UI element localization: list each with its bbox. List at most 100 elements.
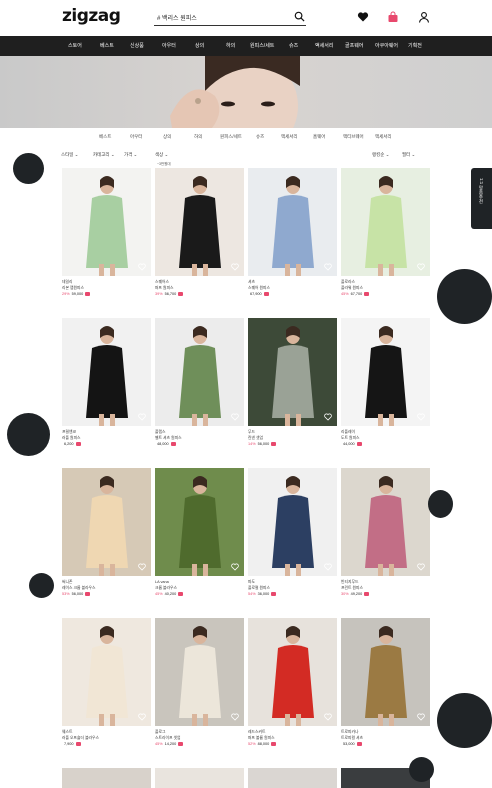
product-image[interactable] [62,318,151,426]
heart-icon[interactable] [417,713,425,721]
heart-icon[interactable] [138,713,146,721]
heart-icon[interactable] [324,563,332,571]
cart-icon[interactable] [178,292,184,296]
nav-item[interactable]: 골프웨어 [345,42,363,49]
product-store[interactable]: 레드스커트 [248,730,265,735]
product-name[interactable]: 퍼프 볼륨 원피스 [248,736,275,741]
product-image[interactable] [248,768,337,788]
product-store[interactable]: LA vana [155,580,169,584]
nav-item[interactable]: 상의 [195,42,204,49]
product-image[interactable] [155,768,244,788]
product-store[interactable]: 플로라스 [341,280,355,285]
product-image[interactable] [62,168,151,276]
cart-icon[interactable] [271,592,277,596]
heart-icon[interactable] [138,413,146,421]
heart-icon[interactable] [324,413,332,421]
heart-icon[interactable] [138,563,146,571]
search-input-text[interactable]: # 백리스 원피스 [157,13,197,22]
filter-button[interactable]: 필터 ⌄ [402,152,415,158]
search-bar[interactable]: # 백리스 원피스 [154,10,306,26]
nav-item[interactable]: 액세서리 [315,42,333,49]
product-image[interactable] [248,468,337,576]
heart-icon[interactable] [357,11,369,23]
product-store[interactable]: 웨스트 [62,730,72,735]
product-image[interactable] [155,618,244,726]
product-name[interactable]: 프린트 원피스 [341,586,363,591]
cart-icon[interactable] [356,742,362,746]
product-image[interactable] [62,618,151,726]
category-item[interactable]: 슈즈 [256,134,264,140]
cart-icon[interactable] [75,442,81,446]
heart-icon[interactable] [324,713,332,721]
product-name[interactable]: 스퀘어 원피스 [248,286,270,291]
nav-item[interactable]: 원피스/세트 [250,42,274,49]
cart-icon[interactable] [170,442,176,446]
user-icon[interactable] [418,11,430,23]
product-name[interactable]: 러플 오프숄더 블라우스 [62,736,99,741]
product-name[interactable]: 린넨 셋업 [248,436,263,441]
product-name[interactable]: 퍼프 원피스 [155,286,174,291]
filter-category[interactable]: 카테고리 ⌄ [93,152,115,158]
category-item[interactable]: 베스트 [99,134,111,140]
search-icon[interactable] [294,11,305,22]
product-name[interactable]: 플라워 원피스 [341,286,363,291]
product-name[interactable]: 리본 랩원피스 [62,286,84,291]
nav-item[interactable]: 하의 [226,42,235,49]
zigzag-logo[interactable]: zigzag [62,6,121,26]
cart-icon[interactable] [263,292,269,296]
nav-item[interactable]: 아우터 [162,42,176,49]
product-store[interactable]: 플로그 [155,730,165,735]
category-item[interactable]: 아우터 [130,134,142,140]
filter-price[interactable]: 가격 ⌄ [124,152,137,158]
product-image[interactable] [248,168,337,276]
heart-icon[interactable] [231,713,239,721]
product-name[interactable]: 플로럴 원피스 [248,586,270,591]
product-name[interactable]: 도트 원피스 [341,436,360,441]
product-image[interactable] [341,468,430,576]
cart-icon[interactable] [271,442,277,446]
product-store[interactable]: 리플레이 [341,430,355,435]
dropdown-option[interactable]: ~3만원대 [157,160,202,168]
product-image[interactable] [248,618,337,726]
heart-icon[interactable] [417,563,425,571]
product-name[interactable]: 스트라이프 셋업 [155,736,181,741]
heart-icon[interactable] [138,263,146,271]
product-name[interactable]: 러플 원피스 [62,436,81,441]
cart-icon[interactable] [271,742,277,746]
cart-icon[interactable] [75,742,81,746]
heart-icon[interactable] [231,413,239,421]
nav-item[interactable]: 신상품 [130,42,144,49]
category-item[interactable]: 액티브웨어 [343,134,364,140]
filter-color[interactable]: 색상 ⌄ [155,152,168,158]
cart-icon[interactable] [178,742,184,746]
hero-banner[interactable] [0,56,492,128]
product-store[interactable]: 프릴앤코 [62,430,76,435]
product-image[interactable] [341,318,430,426]
category-item[interactable]: 원피스/세트 [220,134,242,140]
product-image[interactable] [62,768,151,788]
cart-icon[interactable] [364,592,370,596]
nav-item[interactable]: 기획전 [408,42,422,49]
product-store[interactable]: 써니존 [62,580,72,585]
product-store[interactable]: 트로피카나 [341,730,358,735]
category-item[interactable]: 하의 [194,134,202,140]
category-item[interactable]: 액세서리 [281,134,298,140]
side-recommend-tab[interactable]: 1:1 맞춤추천 [471,168,492,229]
product-image[interactable] [155,468,244,576]
product-image[interactable] [62,468,151,576]
heart-icon[interactable] [324,263,332,271]
heart-icon[interactable] [231,563,239,571]
heart-icon[interactable] [417,413,425,421]
heart-icon[interactable] [417,263,425,271]
product-store[interactable]: 스퀘어스 [155,280,169,285]
product-image[interactable] [341,168,430,276]
product-name[interactable]: 레이스 크롭 블라우스 [62,586,96,591]
product-store[interactable]: 셔츠 [248,280,255,285]
nav-item[interactable]: 스토어 [68,42,82,49]
category-item[interactable]: 액세서리 [375,134,392,140]
filter-style[interactable]: 스타일 ⌄ [61,152,78,158]
cart-icon[interactable] [364,292,370,296]
product-store[interactable]: 플랩스 [155,430,165,435]
heart-icon[interactable] [231,263,239,271]
cart-icon[interactable] [85,292,91,296]
